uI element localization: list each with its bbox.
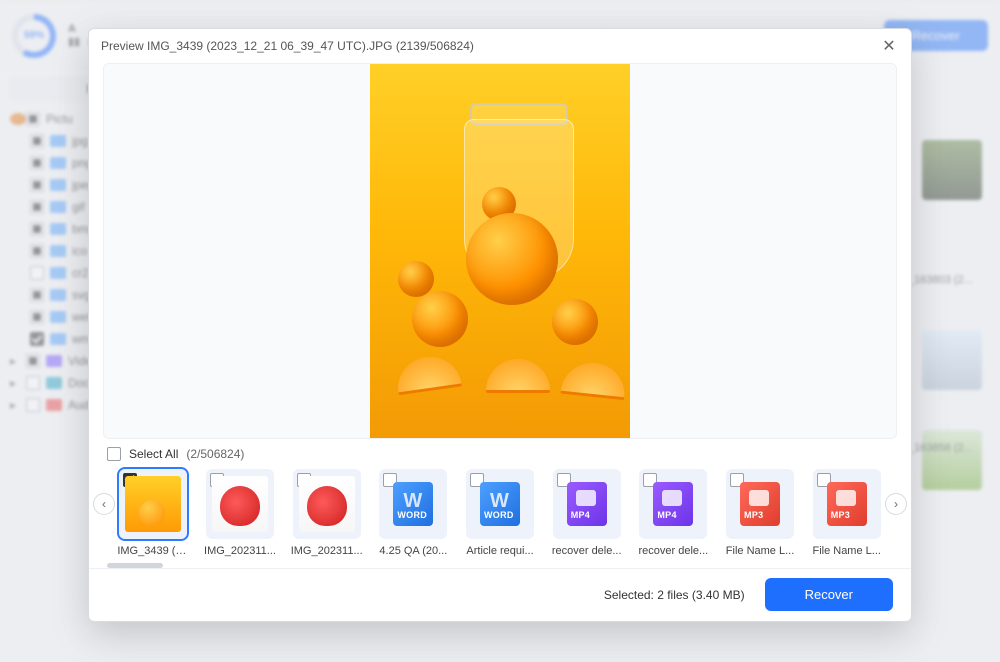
thumbnail-label: IMG_202311... [204,545,276,557]
thumbnail-image [125,476,181,532]
preview-title: Preview IMG_3439 (2023_12_21 06_39_47 UT… [101,39,474,53]
mp4-file-icon: MP4 [653,482,693,526]
thumbnail-item[interactable]: MP4 recover dele... [637,469,710,557]
thumbnail-image [299,476,355,532]
preview-area [103,63,897,439]
carousel-next-button[interactable]: › [885,493,907,515]
recover-button[interactable]: Recover [765,578,893,611]
select-all-label: Select All [129,447,178,461]
thumbnail-label: Article requi... [464,545,536,557]
thumbnail-label: 4.25 QA (20... [377,545,449,557]
close-dialog-icon[interactable]: ✕ [879,36,899,56]
preview-image [370,63,630,439]
thumbnail-item[interactable]: IMG_202311... [290,469,363,557]
thumbnail-item[interactable]: WORD 4.25 QA (20... [377,469,450,557]
thumbnail-item[interactable]: MP3 File Name L... [724,469,797,557]
thumbnail-label: IMG_202311... [291,545,363,557]
mp3-file-icon: MP3 [827,482,867,526]
thumbnail-image [212,476,268,532]
thumbnail-item[interactable]: IMG_202311... [204,469,277,557]
carousel-prev-button[interactable]: ‹ [93,493,115,515]
thumbnail-item[interactable]: WORD Article requi... [464,469,537,557]
mp4-file-icon: MP4 [567,482,607,526]
select-all-checkbox[interactable] [107,447,121,461]
thumbnail-label: recover dele... [637,545,709,557]
thumbnail-carousel: IMG_3439 (2... IMG_202311... IMG_202311...… [117,465,883,561]
mp3-file-icon: MP3 [740,482,780,526]
preview-dialog: Preview IMG_3439 (2023_12_21 06_39_47 UT… [88,28,912,622]
thumbnail-item[interactable]: MP4 recover dele... [550,469,623,557]
modal-selected-text: Selected: 2 files (3.40 MB) [604,588,745,602]
thumbnail-label: File Name L... [724,545,796,557]
select-all-count: (2/506824) [186,447,244,461]
word-file-icon: WORD [393,482,433,526]
thumbnail-label: File Name L... [811,545,883,557]
thumbnail-label: IMG_3439 (2... [117,545,189,557]
word-file-icon: WORD [480,482,520,526]
thumbnail-item[interactable]: IMG_3439 (2... [117,469,190,557]
thumbnail-label: recover dele... [551,545,623,557]
thumbnail-item[interactable]: MP3 File Name L... [810,469,883,557]
